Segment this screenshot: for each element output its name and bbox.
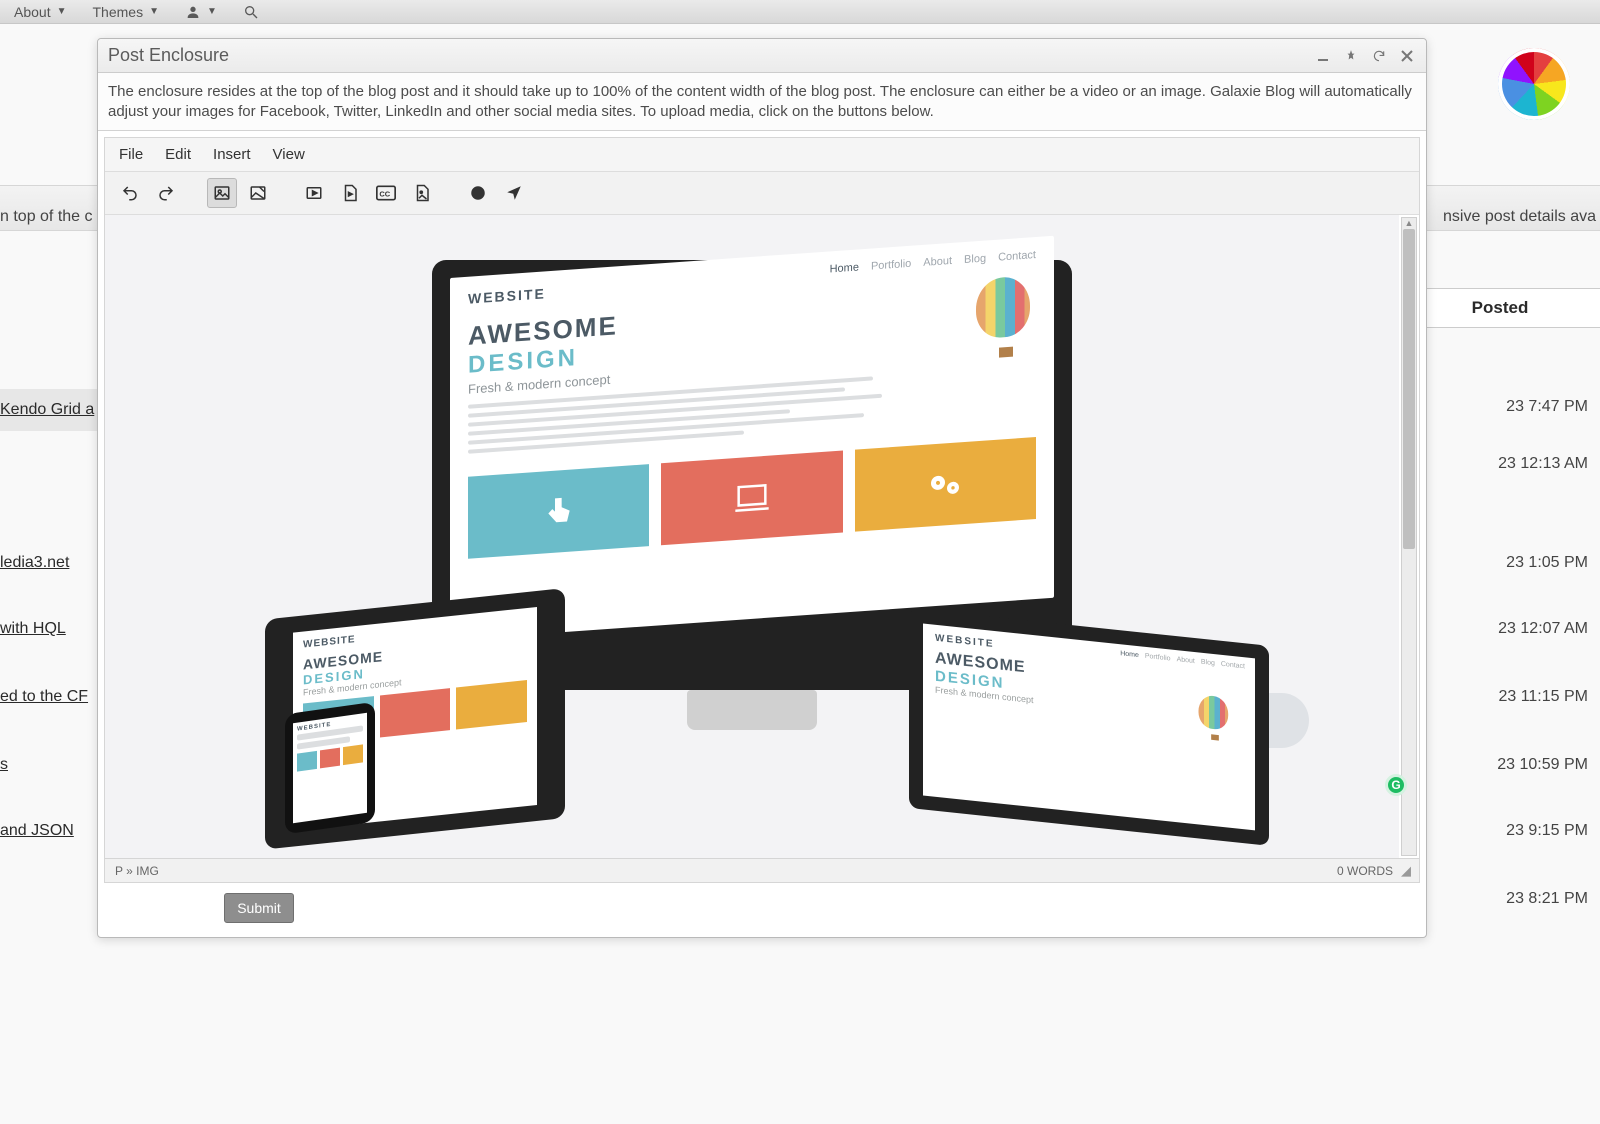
brand-logo [1498,48,1570,120]
tile-gears-icon [855,437,1036,532]
posted-column-header: Posted [1400,288,1600,328]
menu-edit[interactable]: Edit [165,146,191,163]
resize-handle-icon[interactable]: ◢ [1401,863,1409,879]
editor-status-bar: P » IMG 0 WORDS ◢ [105,858,1419,882]
post-enclosure-dialog: Post Enclosure The enclosure resides at … [97,38,1427,938]
mockup-tiles [468,437,1036,559]
menu-view[interactable]: View [273,146,305,163]
pin-button[interactable] [1342,47,1360,65]
editor-toolbar: CC [105,172,1419,215]
post-date-2: 23 1:05 PM [1506,554,1600,572]
menu-file[interactable]: File [119,146,143,163]
top-nav: About ▼ Themes ▼ ▼ [0,0,1600,24]
editor-menu-bar: File Edit Insert View [105,138,1419,172]
captions-button[interactable]: CC [371,178,401,208]
svg-text:CC: CC [379,189,390,198]
tile-laptop-icon [661,451,842,546]
mockup-laptop: Home Portfolio About Blog Contact WEBSIT… [909,608,1339,818]
insert-video-button[interactable] [299,178,329,208]
mockup-nav-home: Home [830,261,859,275]
dialog-title: Post Enclosure [108,45,1314,66]
lap-nav-blog: Blog [1201,659,1215,667]
nav-themes-label: Themes [93,4,144,20]
mockup-nav-about: About [923,255,952,269]
balloon-icon [976,275,1036,359]
post-date-1: 23 12:13 AM [1498,455,1600,473]
nav-themes[interactable]: Themes ▼ [93,4,159,20]
window-controls [1314,47,1416,65]
editor-canvas[interactable]: Home Portfolio About Blog Contact WEBSIT… [105,215,1399,858]
caret-icon: ▼ [149,6,159,17]
post-title-6[interactable]: and JSON [0,822,74,840]
redo-button[interactable] [151,178,181,208]
bg-hint-left: n top of the c [0,208,93,226]
search-icon [243,4,259,20]
minimize-button[interactable] [1314,47,1332,65]
nav-about[interactable]: About ▼ [14,4,67,20]
caret-icon: ▼ [57,6,67,17]
bg-hint-right: nsive post details ava [1443,208,1596,226]
undo-button[interactable] [115,178,145,208]
video-file-button[interactable] [335,178,365,208]
post-title-3[interactable]: with HQL [0,620,66,638]
refresh-button[interactable] [1370,47,1388,65]
nav-search[interactable] [243,4,259,20]
mockup-phone: WEBSITE [285,702,375,835]
location-button[interactable] [499,178,529,208]
globe-button[interactable] [463,178,493,208]
post-title-2[interactable]: ledia3.net [0,554,69,572]
post-title-4[interactable]: ed to the CF [0,688,88,706]
enclosure-image[interactable]: Home Portfolio About Blog Contact WEBSIT… [105,215,1399,858]
edit-image-button[interactable] [243,178,273,208]
menu-insert[interactable]: Insert [213,146,251,163]
post-date-4: 23 11:15 PM [1498,688,1600,706]
post-date-5: 23 10:59 PM [1497,756,1600,774]
user-icon [185,4,201,20]
dialog-help-text: The enclosure resides at the top of the … [98,73,1426,131]
nav-about-label: About [14,4,51,20]
post-date-0: 23 7:47 PM [1506,398,1600,416]
grammarly-badge[interactable]: G [1385,774,1407,796]
word-count: 0 WORDS [1337,864,1393,878]
rich-editor: File Edit Insert View CC [104,137,1420,883]
close-button[interactable] [1398,47,1416,65]
submit-button[interactable]: Submit [224,893,294,923]
post-date-6: 23 9:15 PM [1506,822,1600,840]
post-title-5[interactable]: s [0,756,8,774]
editor-path: P » IMG [115,864,1337,878]
post-title-0[interactable]: Kendo Grid a [0,389,100,431]
post-date-7: 23 8:21 PM [1506,890,1600,908]
dialog-titlebar[interactable]: Post Enclosure [98,39,1426,73]
balloon-icon-sm [1199,694,1232,741]
caret-icon: ▼ [207,6,217,17]
image-file-button[interactable] [407,178,437,208]
post-date-3: 23 12:07 AM [1498,620,1600,638]
editor-canvas-wrap: Home Portfolio About Blog Contact WEBSIT… [105,215,1419,858]
mockup-nav-blog: Blog [964,253,986,267]
tile-touch-icon [468,464,649,559]
editor-vertical-scrollbar[interactable]: ▲ [1401,217,1417,856]
nav-user[interactable]: ▼ [185,4,217,20]
insert-image-button[interactable] [207,178,237,208]
